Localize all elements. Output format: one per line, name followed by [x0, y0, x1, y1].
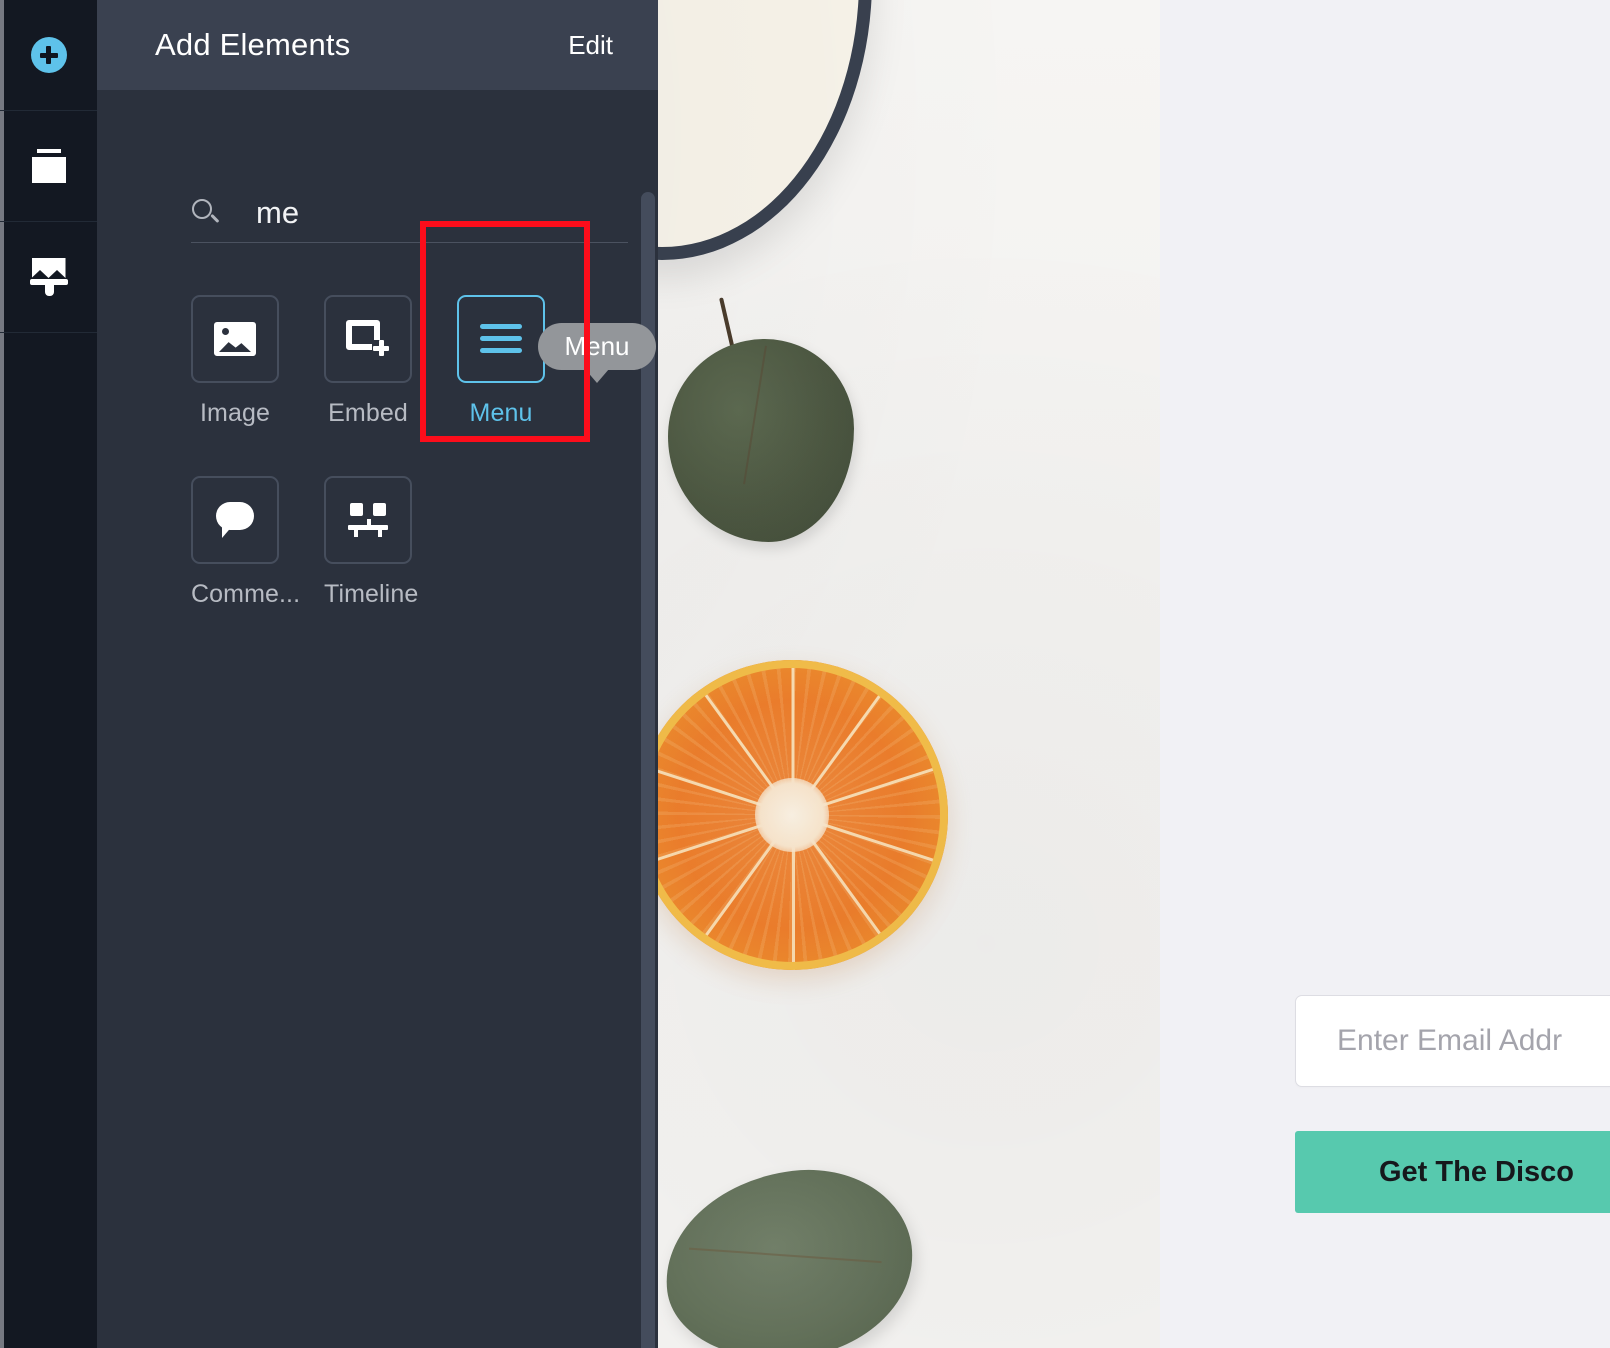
timeline-icon [348, 503, 388, 537]
element-label: Menu [469, 399, 533, 427]
element-label: Image [200, 399, 270, 427]
tooltip-arrow [585, 369, 609, 383]
element-tile [324, 295, 412, 383]
menu-tooltip-label: Menu [564, 331, 630, 361]
panel-header: Add Elements Edit [97, 0, 658, 90]
comment-icon [216, 502, 254, 538]
element-card-timeline[interactable]: Timeline [324, 476, 419, 609]
search-icon [191, 198, 221, 228]
eucalyptus-leaf-bottom [654, 1157, 924, 1348]
embed-icon [346, 320, 390, 358]
element-card-comments[interactable]: Comme... [191, 476, 301, 609]
element-card-embed[interactable]: Embed [324, 295, 412, 428]
menu-tooltip: Menu [538, 323, 656, 383]
plus-circle-icon [30, 37, 67, 73]
element-tile [191, 295, 279, 383]
add-elements-panel: Add Elements Edit me Image Embed Menu Co… [97, 0, 658, 1348]
search-underline [191, 242, 628, 243]
element-label: Timeline [324, 580, 419, 608]
pages-icon [31, 149, 66, 183]
paint-brush-icon [29, 258, 68, 296]
email-input-placeholder: Enter Email Addr [1337, 1024, 1563, 1057]
element-label: Comme... [191, 580, 301, 608]
panel-body: me Image Embed Menu Comme... Timeline Me… [97, 90, 658, 1348]
menu-icon [480, 324, 522, 354]
elements-grid-row: Comme... Timeline [191, 476, 631, 609]
edit-button[interactable]: Edit [568, 30, 613, 61]
orange-slice [636, 660, 948, 970]
editor-screen: FOLK MAGAZINE|O Find so Subscribe to get… [0, 0, 1610, 1348]
element-tile [324, 476, 412, 564]
editor-left-rail [0, 0, 97, 1348]
email-input[interactable]: Enter Email Addr [1295, 995, 1610, 1087]
cta-label: Get The Disco [1379, 1155, 1574, 1188]
element-card-menu[interactable]: Menu [457, 295, 545, 428]
rail-item-add-elements[interactable] [0, 0, 97, 111]
rail-item-pages[interactable] [0, 111, 97, 222]
element-tile [457, 295, 545, 383]
eucalyptus-leaf-top [668, 297, 854, 542]
panel-title: Add Elements [155, 27, 351, 62]
get-discount-button[interactable]: Get The Disco [1295, 1131, 1610, 1213]
search-input[interactable]: me [191, 186, 591, 240]
element-card-image[interactable]: Image [191, 295, 279, 428]
element-tile [191, 476, 279, 564]
search-input-value: me [256, 195, 300, 230]
rail-item-design[interactable] [0, 222, 97, 333]
element-label: Embed [328, 399, 408, 427]
image-icon [214, 322, 256, 356]
